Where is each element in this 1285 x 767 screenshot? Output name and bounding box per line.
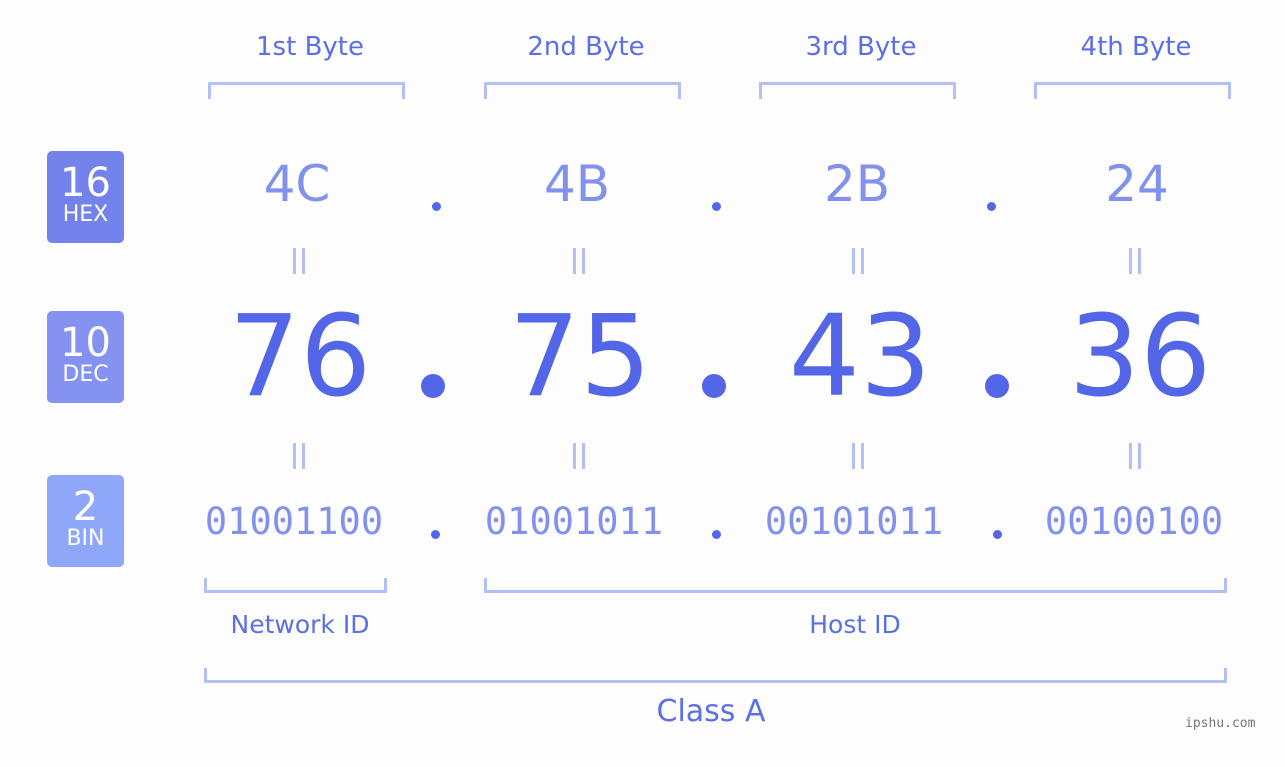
bin-separator-dot xyxy=(431,530,440,539)
bin-separator-dot xyxy=(712,530,721,539)
dec-separator-dot xyxy=(421,374,445,398)
bin-value-2: 01001011 xyxy=(484,500,664,543)
hex-separator-dot xyxy=(432,202,441,211)
network-id-label: Network ID xyxy=(230,610,370,639)
equals-icon xyxy=(571,248,587,274)
dec-separator-dot xyxy=(985,374,1009,398)
equals-icon xyxy=(1127,443,1143,469)
host-id-bracket xyxy=(484,578,1227,593)
equals-icon xyxy=(291,443,307,469)
hex-separator-dot xyxy=(712,202,721,211)
dec-badge-number: 10 xyxy=(60,320,111,366)
byte-header-2: 2nd Byte xyxy=(527,32,645,62)
byte-header-3: 3rd Byte xyxy=(805,32,917,62)
hex-badge-label: HEX xyxy=(62,202,109,227)
bin-badge: 2 BIN xyxy=(47,475,124,567)
network-id-bracket xyxy=(204,578,387,593)
host-id-label: Host ID xyxy=(809,610,901,639)
dec-value-3: 43 xyxy=(788,292,932,422)
hex-badge-number: 16 xyxy=(60,160,111,206)
hex-value-2: 4B xyxy=(543,155,611,213)
byte-bracket-1 xyxy=(208,82,405,99)
byte-bracket-4 xyxy=(1034,82,1231,99)
class-label: Class A xyxy=(656,694,766,729)
dec-separator-dot xyxy=(702,374,726,398)
dec-value-2: 75 xyxy=(508,292,652,422)
dec-badge-label: DEC xyxy=(62,362,109,387)
equals-icon xyxy=(850,248,866,274)
dec-badge: 10 DEC xyxy=(47,311,124,403)
bin-badge-number: 2 xyxy=(72,484,99,530)
byte-header-1: 1st Byte xyxy=(256,32,364,62)
hex-value-4: 24 xyxy=(1105,155,1169,213)
dec-value-4: 36 xyxy=(1068,292,1212,422)
hex-value-1: 4C xyxy=(263,155,331,213)
dec-value-1: 76 xyxy=(228,292,372,422)
hex-badge: 16 HEX xyxy=(47,151,124,243)
hex-separator-dot xyxy=(987,202,996,211)
equals-icon xyxy=(850,443,866,469)
bin-badge-label: BIN xyxy=(66,526,105,551)
class-bracket xyxy=(204,668,1227,683)
bin-value-3: 00101011 xyxy=(764,500,944,543)
bin-value-1: 01001100 xyxy=(204,500,384,543)
equals-icon xyxy=(291,248,307,274)
byte-bracket-2 xyxy=(484,82,681,99)
byte-bracket-3 xyxy=(759,82,956,99)
hex-value-3: 2B xyxy=(823,155,891,213)
bin-separator-dot xyxy=(993,530,1002,539)
byte-header-4: 4th Byte xyxy=(1080,32,1192,62)
watermark: ipshu.com xyxy=(1185,716,1256,731)
equals-icon xyxy=(1127,248,1143,274)
bin-value-4: 00100100 xyxy=(1044,500,1224,543)
equals-icon xyxy=(571,443,587,469)
